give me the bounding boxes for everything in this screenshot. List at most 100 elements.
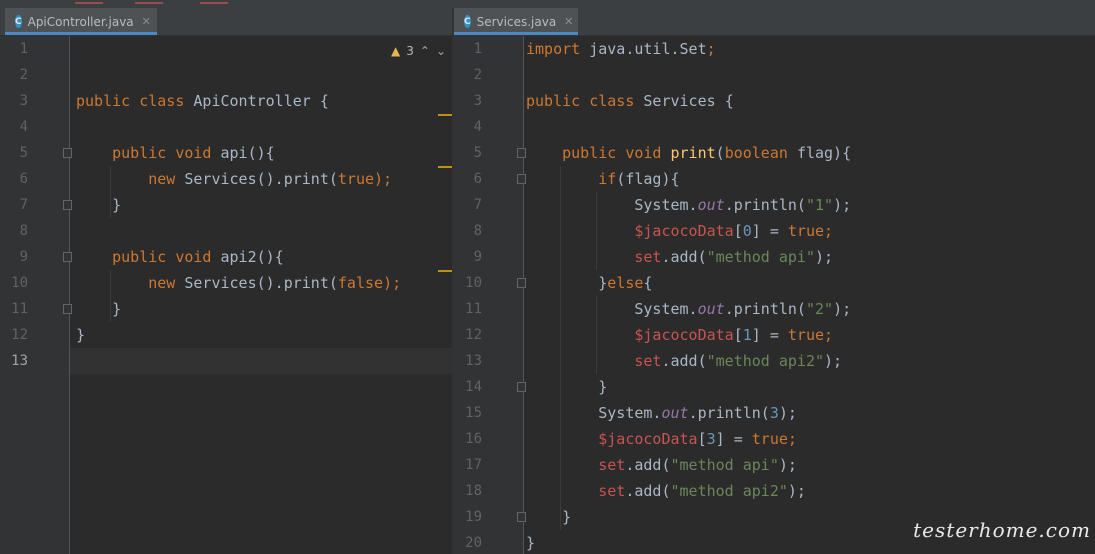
code-text: } xyxy=(76,322,85,348)
code-line[interactable]: 10 }else{ xyxy=(454,270,1095,296)
line-number: 1 xyxy=(19,41,28,57)
chevron-up-icon[interactable]: ⌃ xyxy=(420,44,430,58)
fold-toggle-icon[interactable] xyxy=(63,148,72,158)
code-token: } xyxy=(76,196,122,214)
line-number: 13 xyxy=(11,353,28,369)
code-text: set.add("method api2"); xyxy=(526,348,842,374)
error-stripe-mark[interactable] xyxy=(438,114,452,116)
code-token: ); xyxy=(778,404,797,422)
chevron-down-icon[interactable]: ⌄ xyxy=(436,44,446,58)
code-token: "1" xyxy=(805,196,834,214)
line-number: 10 xyxy=(11,275,28,291)
code-line[interactable]: 17 set.add("method api"); xyxy=(454,452,1095,478)
code-line[interactable]: 1 xyxy=(0,36,452,62)
code-line[interactable]: 3 public class Services { xyxy=(454,88,1095,114)
code-token: (flag){ xyxy=(616,170,680,188)
code-token: flag){ xyxy=(796,144,852,162)
fold-toggle-icon[interactable] xyxy=(517,174,526,184)
code-line[interactable]: 5 public void print(boolean flag){ xyxy=(454,140,1095,166)
code-line[interactable]: 10 new Services().print(false); xyxy=(0,270,452,296)
code-token: } xyxy=(76,300,122,318)
code-token: true xyxy=(337,170,375,188)
code-token: ApiController xyxy=(193,92,320,110)
code-token: .println( xyxy=(688,404,770,422)
code-line[interactable]: 4 xyxy=(454,114,1095,140)
code-line[interactable]: 12 $jacocoData[1] = true; xyxy=(454,322,1095,348)
code-line[interactable]: 9 public void api2(){ xyxy=(0,244,452,270)
tab-label: ApiController.java xyxy=(27,14,134,29)
code-line[interactable]: 7 System.out.println("1"); xyxy=(454,192,1095,218)
code-token: System. xyxy=(526,196,698,214)
code-line[interactable]: 13 set.add("method api2"); xyxy=(454,348,1095,374)
close-icon[interactable]: ✕ xyxy=(142,15,151,28)
fold-toggle-icon[interactable] xyxy=(63,304,72,314)
code-line[interactable]: 8 $jacocoData[0] = true; xyxy=(454,218,1095,244)
code-text: System.out.println(3); xyxy=(526,400,797,426)
right-tab-bar: C Services.java ✕ xyxy=(454,8,1095,36)
code-line[interactable]: 7 } xyxy=(0,192,452,218)
line-number: 15 xyxy=(465,405,482,421)
code-token: .println( xyxy=(724,300,806,318)
code-editor[interactable]: 1 2 3 public class ApiController {4 5 public… xyxy=(0,36,452,554)
code-text: }else{ xyxy=(526,270,652,296)
code-line[interactable]: 15 System.out.println(3); xyxy=(454,400,1095,426)
code-line[interactable]: 1 import java.util.Set; xyxy=(454,36,1095,62)
code-text: } xyxy=(526,504,571,530)
code-token: public void xyxy=(562,144,671,162)
inspection-widget[interactable]: ▲ 3 ⌃ ⌄ xyxy=(391,44,446,58)
code-line[interactable]: 16 $jacocoData[3] = true; xyxy=(454,426,1095,452)
line-number: 18 xyxy=(465,483,482,499)
code-token: ); xyxy=(778,456,797,474)
line-number: 11 xyxy=(465,301,482,317)
code-line[interactable]: 18 set.add("method api2"); xyxy=(454,478,1095,504)
code-line[interactable]: 11 } xyxy=(0,296,452,322)
code-line[interactable]: 3 public class ApiController { xyxy=(0,88,452,114)
code-line[interactable]: 14 } xyxy=(454,374,1095,400)
code-token: { xyxy=(319,92,329,110)
code-editor[interactable]: 1 import java.util.Set; 2 3 public class Ser… xyxy=(454,36,1095,554)
fold-toggle-icon[interactable] xyxy=(517,382,526,392)
close-icon[interactable]: ✕ xyxy=(564,15,573,28)
code-token: ); xyxy=(787,482,806,500)
code-line[interactable]: 5 public void api(){ xyxy=(0,140,452,166)
error-stripe-mark[interactable] xyxy=(438,166,452,168)
code-line[interactable]: 4 xyxy=(0,114,452,140)
tab-api-controller[interactable]: C ApiController.java ✕ xyxy=(5,8,157,35)
code-line[interactable]: 6 if(flag){ xyxy=(454,166,1095,192)
code-token: new xyxy=(148,274,185,292)
code-token: true xyxy=(787,222,825,240)
fold-toggle-icon[interactable] xyxy=(517,148,526,158)
line-number: 4 xyxy=(19,119,28,135)
code-line[interactable]: 9 set.add("method api"); xyxy=(454,244,1095,270)
code-line[interactable]: 2 xyxy=(454,62,1095,88)
code-line[interactable]: 11 System.out.println("2"); xyxy=(454,296,1095,322)
line-number: 7 xyxy=(473,197,482,213)
tab-label: Services.java xyxy=(476,14,557,29)
code-token: "method api" xyxy=(706,248,815,266)
code-line[interactable]: 8 xyxy=(0,218,452,244)
tab-services[interactable]: C Services.java ✕ xyxy=(454,8,578,35)
fold-toggle-icon[interactable] xyxy=(63,200,72,210)
line-number: 5 xyxy=(19,145,28,161)
class-icon: C xyxy=(464,15,471,28)
code-token: set xyxy=(598,456,626,474)
code-line[interactable]: 2 xyxy=(0,62,452,88)
code-token: Services xyxy=(643,92,725,110)
fold-toggle-icon[interactable] xyxy=(517,512,526,522)
code-token: 0 xyxy=(742,222,752,240)
fold-toggle-icon[interactable] xyxy=(63,252,72,262)
code-line[interactable]: 13 xyxy=(0,348,452,374)
code-token: api2 xyxy=(220,248,257,266)
code-line[interactable]: 6 new Services().print(true); xyxy=(0,166,452,192)
code-line[interactable]: 12} xyxy=(0,322,452,348)
code-token: ; xyxy=(787,430,797,448)
code-token: (){ xyxy=(256,248,284,266)
error-stripe-mark[interactable] xyxy=(438,270,452,272)
code-text: new Services().print(false); xyxy=(76,270,401,296)
line-number: 12 xyxy=(11,327,28,343)
warning-count: 3 xyxy=(406,44,414,58)
fold-toggle-icon[interactable] xyxy=(517,278,526,288)
